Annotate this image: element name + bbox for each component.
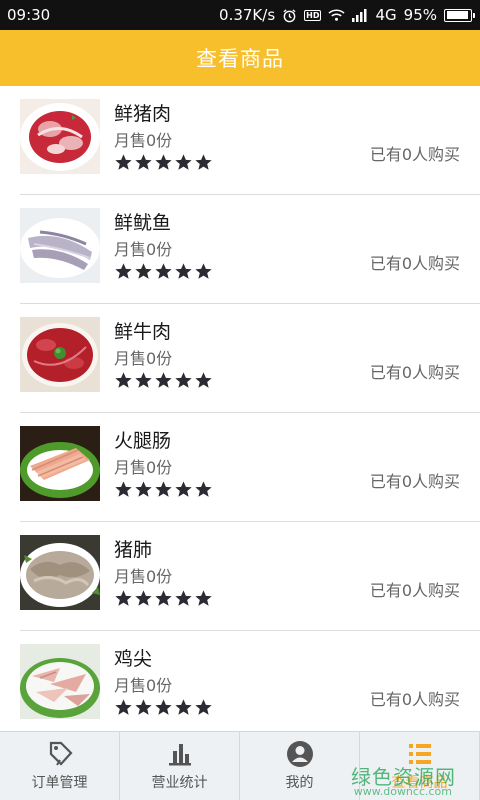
star-icon bbox=[175, 263, 192, 279]
star-icon bbox=[195, 263, 212, 279]
product-name: 鲜鱿鱼 bbox=[114, 212, 172, 234]
star-icon bbox=[115, 263, 132, 279]
hd-icon: HD bbox=[304, 9, 322, 21]
star-icon bbox=[115, 372, 132, 388]
star-icon bbox=[135, 263, 152, 279]
star-icon bbox=[195, 590, 212, 606]
product-name: 鲜猪肉 bbox=[114, 103, 172, 125]
product-rating bbox=[114, 153, 213, 172]
user-icon bbox=[286, 741, 313, 767]
product-buyers: 已有0人购买 bbox=[369, 363, 460, 382]
star-icon bbox=[135, 481, 152, 497]
star-icon bbox=[155, 481, 172, 497]
product-item[interactable]: 猪肺 月售0份 已有0人购买 bbox=[20, 522, 480, 631]
product-monthly-sales: 月售0份 bbox=[114, 131, 173, 150]
status-bar: 09:30 0.37K/s HD 4G 95% bbox=[0, 0, 480, 30]
page-title: 查看商品 bbox=[196, 47, 284, 71]
star-icon bbox=[195, 154, 212, 170]
beef-image bbox=[20, 317, 100, 392]
product-rating bbox=[114, 262, 213, 281]
status-indicators: 0.37K/s HD 4G 95% bbox=[219, 6, 475, 24]
raw-pork-image bbox=[20, 99, 100, 174]
product-buyers: 已有0人购买 bbox=[369, 690, 460, 709]
nav-label: 营业统计 bbox=[151, 775, 208, 791]
star-icon bbox=[175, 590, 192, 606]
product-item[interactable]: 鸡尖 月售0份 已有0人购买 bbox=[20, 631, 480, 731]
nav-label: 我的 bbox=[285, 775, 314, 791]
star-icon bbox=[135, 590, 152, 606]
wifi-icon bbox=[328, 8, 346, 22]
battery-icon bbox=[444, 8, 475, 22]
nav-mine[interactable]: 我的 bbox=[240, 732, 360, 800]
star-icon bbox=[195, 481, 212, 497]
star-icon bbox=[115, 154, 132, 170]
battery-percent: 95% bbox=[403, 6, 437, 24]
product-name: 鸡尖 bbox=[114, 648, 153, 670]
product-item[interactable]: 鲜猪肉 月售0份 已有0人购买 bbox=[20, 86, 480, 195]
product-buyers: 已有0人购买 bbox=[369, 472, 460, 491]
star-icon bbox=[135, 699, 152, 715]
tag-icon bbox=[49, 741, 73, 766]
signal-icon bbox=[352, 8, 368, 22]
star-icon bbox=[115, 699, 132, 715]
bottom-nav: 订单管理 营业统计 我的 查看商品 绿色资源网 www.downcc.com bbox=[0, 731, 480, 800]
product-buyers: 已有0人购买 bbox=[369, 254, 460, 273]
nav-label: 订单管理 bbox=[31, 775, 88, 791]
product-name: 鲜牛肉 bbox=[114, 321, 172, 343]
product-item[interactable]: 火腿肠 月售0份 已有0人购买 bbox=[20, 413, 480, 522]
product-monthly-sales: 月售0份 bbox=[114, 240, 173, 259]
network-type: 4G bbox=[375, 6, 397, 24]
battery-level bbox=[446, 11, 469, 19]
star-icon bbox=[155, 154, 172, 170]
star-icon bbox=[175, 372, 192, 388]
product-monthly-sales: 月售0份 bbox=[114, 676, 173, 695]
chicken-tips-image bbox=[20, 644, 100, 719]
star-icon bbox=[115, 590, 132, 606]
product-rating bbox=[114, 589, 213, 608]
product-list[interactable]: 鲜猪肉 月售0份 已有0人购买 鲜鱿鱼 月售0份 已有0人购买 鲜牛肉 月售0份… bbox=[0, 86, 480, 731]
star-icon bbox=[175, 481, 192, 497]
network-speed: 0.37K/s bbox=[219, 6, 276, 24]
pork-lung-image bbox=[20, 535, 100, 610]
ham-sausage-image bbox=[20, 426, 100, 501]
product-buyers: 已有0人购买 bbox=[369, 581, 460, 600]
bar-chart-icon bbox=[168, 744, 191, 766]
star-icon bbox=[175, 154, 192, 170]
star-icon bbox=[115, 481, 132, 497]
star-icon bbox=[135, 154, 152, 170]
alarm-icon bbox=[282, 8, 297, 23]
star-icon bbox=[155, 590, 172, 606]
star-icon bbox=[155, 263, 172, 279]
product-monthly-sales: 月售0份 bbox=[114, 458, 173, 477]
product-name: 火腿肠 bbox=[114, 430, 172, 452]
star-icon bbox=[155, 699, 172, 715]
star-icon bbox=[195, 699, 212, 715]
product-rating bbox=[114, 480, 213, 499]
squid-image bbox=[20, 208, 100, 283]
star-icon bbox=[195, 372, 212, 388]
product-rating bbox=[114, 698, 213, 717]
product-monthly-sales: 月售0份 bbox=[114, 567, 173, 586]
watermark-url: www.downcc.com bbox=[353, 785, 452, 798]
product-rating bbox=[114, 371, 213, 390]
product-item[interactable]: 鲜鱿鱼 月售0份 已有0人购买 bbox=[20, 195, 480, 304]
product-item[interactable]: 鲜牛肉 月售0份 已有0人购买 bbox=[20, 304, 480, 413]
star-icon bbox=[135, 372, 152, 388]
nav-orders[interactable]: 订单管理 bbox=[0, 732, 120, 800]
product-monthly-sales: 月售0份 bbox=[114, 349, 173, 368]
title-bar: 查看商品 bbox=[0, 30, 480, 86]
nav-stats[interactable]: 营业统计 bbox=[120, 732, 240, 800]
status-time: 09:30 bbox=[7, 6, 51, 24]
product-name: 猪肺 bbox=[114, 539, 153, 561]
product-buyers: 已有0人购买 bbox=[369, 145, 460, 164]
star-icon bbox=[175, 699, 192, 715]
star-icon bbox=[155, 372, 172, 388]
